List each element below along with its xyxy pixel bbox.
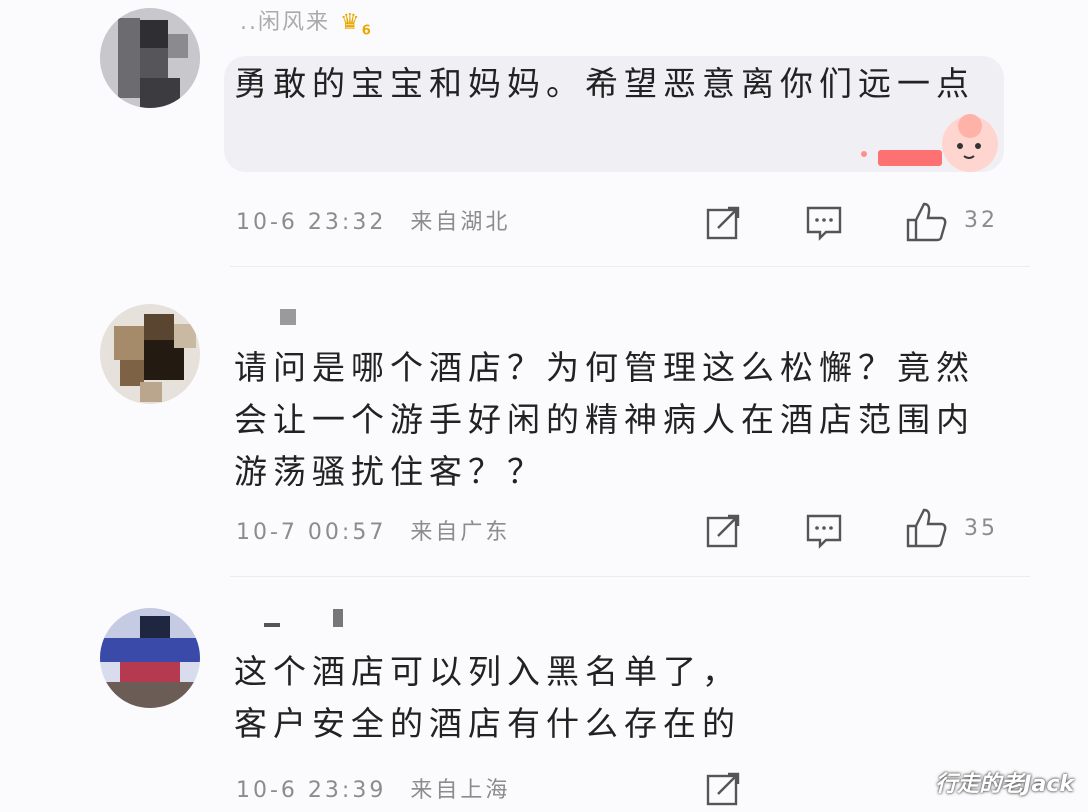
divider (230, 576, 1030, 577)
comment-item: 请问是哪个酒店？为何管理这么松懈？竟然会让一个游手好闲的精神病人在酒店范围内游荡… (0, 290, 1088, 570)
comment-location: 来自上海 (410, 778, 511, 803)
avatar[interactable] (100, 608, 200, 708)
comment-item: 这个酒店可以列入黑名单了，客户安全的酒店有什么存在的 10-6 23:39 来自… (0, 596, 1088, 812)
comment-time: 10-6 23:32 (236, 210, 387, 235)
username[interactable]: ..闲风来 ♛6 (240, 4, 373, 38)
comment-time: 10-6 23:39 (236, 778, 387, 803)
vip-badge: ♛6 (340, 10, 373, 39)
comment-icon[interactable] (804, 202, 844, 242)
comment-meta: 10-7 00:57 来自广东 (236, 514, 510, 546)
username[interactable] (240, 608, 343, 633)
username-blur (280, 309, 296, 325)
username-blur (264, 623, 280, 627)
username-text[interactable]: ..闲风来 (240, 10, 330, 35)
share-icon[interactable] (704, 510, 744, 550)
comment-icon[interactable] (804, 510, 844, 550)
like-count: 35 (964, 516, 998, 541)
thumbs-up-icon[interactable] (904, 200, 948, 244)
username[interactable] (240, 306, 296, 331)
share-icon[interactable] (704, 202, 744, 242)
vip-level: 6 (361, 23, 373, 39)
comment-item: ..闲风来 ♛6 勇敢的宝宝和妈妈。希望恶意离你们远一点 10-6 23:32 来… (0, 0, 1088, 262)
comment-text: 这个酒店可以列入黑名单了，客户安全的酒店有什么存在的 (234, 652, 741, 743)
thumbs-up-icon[interactable] (904, 506, 948, 550)
comment-text: 勇敢的宝宝和妈妈。希望恶意离你们远一点 (234, 64, 975, 103)
comment-time: 10-7 00:57 (236, 520, 387, 545)
like-count: 32 (964, 208, 998, 233)
comment-meta: 10-6 23:39 来自上海 (236, 772, 510, 804)
avatar[interactable] (100, 304, 200, 404)
watermark: 行走的老Jack (935, 772, 1074, 797)
comment-location: 来自湖北 (410, 210, 511, 235)
peach-sticker-icon (861, 114, 998, 172)
avatar[interactable] (100, 8, 200, 108)
comment-location: 来自广东 (410, 520, 511, 545)
share-icon[interactable] (704, 768, 744, 808)
comment-meta: 10-6 23:32 来自湖北 (236, 204, 510, 236)
comment-text: 请问是哪个酒店？为何管理这么松懈？竟然会让一个游手好闲的精神病人在酒店范围内游荡… (234, 348, 975, 491)
divider (230, 266, 1030, 267)
username-blur (333, 609, 343, 627)
